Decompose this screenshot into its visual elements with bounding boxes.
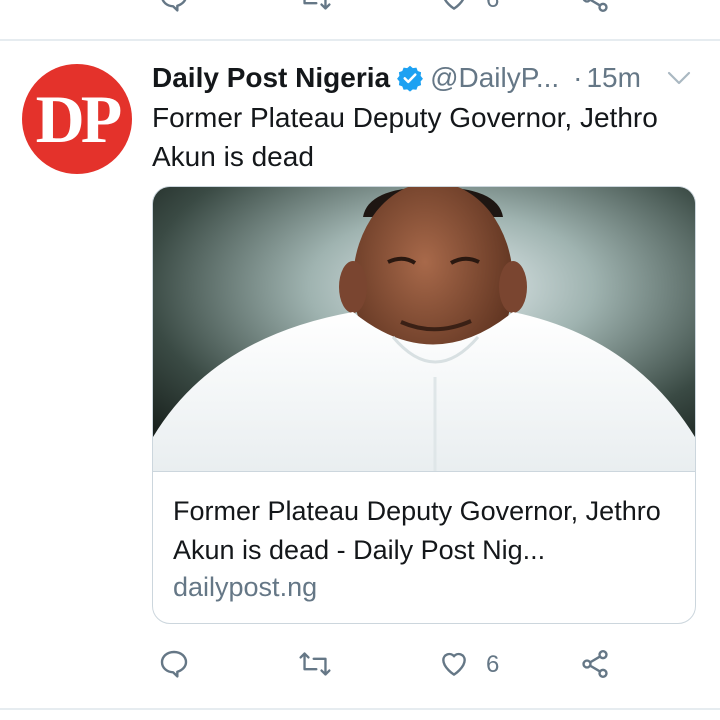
previous-tweet-actions: 6: [0, 0, 720, 40]
tweet-header: Daily Post Nigeria @DailyP... · 15m: [152, 58, 641, 98]
chevron-down-icon[interactable]: [666, 68, 692, 88]
share-icon[interactable]: [578, 0, 612, 14]
heart-icon[interactable]: [438, 648, 470, 680]
verified-badge-icon: [397, 65, 424, 92]
tweet-divider: [0, 708, 720, 710]
handle[interactable]: @DailyP...: [430, 62, 559, 94]
link-card[interactable]: Former Plateau Deputy Governor, Jethro A…: [152, 186, 696, 624]
retweet-icon[interactable]: [298, 648, 332, 680]
tweet-actions: [0, 640, 720, 690]
card-domain: dailypost.ng: [173, 572, 318, 602]
share-icon[interactable]: [578, 648, 612, 680]
reply-icon[interactable]: [158, 648, 190, 680]
reply-icon[interactable]: [158, 0, 190, 14]
retweet-icon[interactable]: [298, 0, 332, 14]
card-image: [153, 187, 695, 471]
avatar-logo-text: DP: [35, 80, 123, 157]
tweet-text: Former Plateau Deputy Governor, Jethro A…: [152, 102, 658, 172]
separator-dot: ·: [573, 62, 583, 93]
heart-icon[interactable]: [438, 0, 470, 14]
like-count: 6: [486, 651, 500, 678]
card-title: Former Plateau Deputy Governor, Jethro A…: [173, 496, 661, 565]
timestamp[interactable]: 15m: [586, 62, 640, 94]
display-name[interactable]: Daily Post Nigeria: [152, 62, 390, 94]
portrait-illustration: [153, 187, 695, 471]
like-count: 6: [486, 0, 499, 14]
avatar[interactable]: DP: [22, 64, 132, 174]
card-body: Former Plateau Deputy Governor, Jethro A…: [153, 471, 695, 623]
